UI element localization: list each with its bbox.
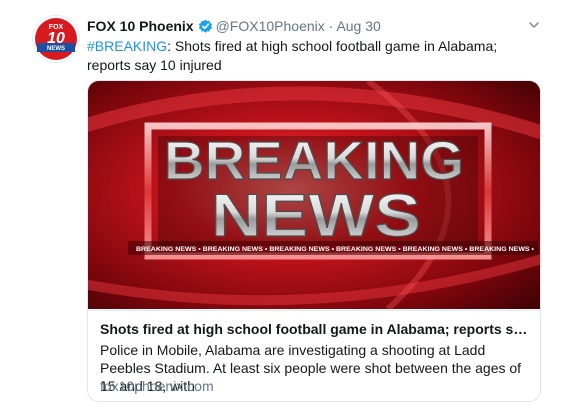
link-card[interactable]: BREAKING NEWS BREAKING NEWS • BREAKING N… [87, 80, 541, 402]
image-news-text: NEWS [211, 182, 421, 249]
card-title[interactable]: Shots fired at high school football game… [100, 320, 528, 338]
tweet-text: #BREAKING: Shots fired at high school fo… [87, 37, 532, 75]
tweet-timestamp[interactable]: Aug 30 [336, 18, 380, 34]
avatar-logo-10: 10 [47, 30, 65, 47]
author-handle[interactable]: @FOX10Phoenix [216, 18, 325, 34]
avatar[interactable]: FOX 10 NEWS [33, 16, 79, 62]
card-domain[interactable]: fox10phoenix.com [100, 377, 530, 395]
image-ticker-text: BREAKING NEWS • BREAKING NEWS • BREAKING… [136, 247, 534, 253]
chevron-down-icon[interactable] [527, 18, 541, 32]
card-body[interactable]: Shots fired at high school football game… [88, 310, 540, 394]
tweet-header: FOX 10 Phoenix @FOX10Phoenix · Aug 30 [87, 17, 381, 38]
avatar-logo-news: NEWS [47, 46, 65, 52]
card-image[interactable]: BREAKING NEWS BREAKING NEWS • BREAKING N… [88, 81, 540, 309]
hashtag-link[interactable]: #BREAKING [87, 38, 167, 54]
verified-badge-icon [198, 19, 213, 38]
tweet[interactable]: FOX 10 NEWS FOX 10 Phoenix @FOX10Phoenix… [0, 0, 573, 405]
separator-dot: · [328, 18, 334, 34]
author-name[interactable]: FOX 10 Phoenix [87, 18, 194, 34]
